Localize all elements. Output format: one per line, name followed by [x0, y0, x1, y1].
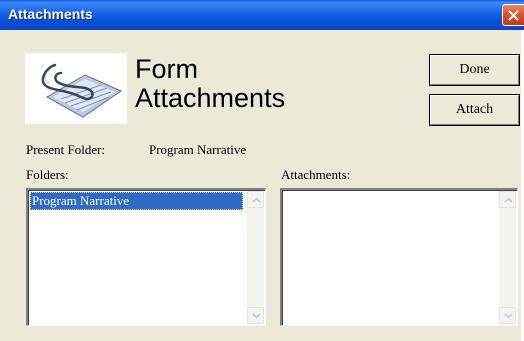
close-button[interactable]: [502, 4, 524, 26]
heading-line-1: Form: [135, 54, 198, 84]
attachments-list[interactable]: [280, 188, 518, 326]
attachments-label: Attachments:: [281, 167, 351, 182]
folders-label: Folders:: [26, 167, 69, 182]
chevron-up-icon: [252, 197, 261, 203]
chevron-down-icon: [504, 313, 513, 319]
heading-line-2: Attachments: [135, 83, 286, 113]
paperclip-document-icon: [25, 53, 127, 124]
folders-scrollbar[interactable]: [247, 191, 264, 324]
attachments-dialog: Attachments Form Attachments Done Attach…: [0, 0, 524, 341]
attach-button[interactable]: Attach: [429, 94, 520, 126]
scroll-down-button[interactable]: [247, 307, 264, 324]
scroll-up-button[interactable]: [247, 191, 264, 208]
folders-list[interactable]: Program Narrative: [26, 188, 266, 326]
form-attachments-heading: Form Attachments: [135, 55, 285, 113]
chevron-down-icon: [252, 313, 261, 319]
list-item[interactable]: Program Narrative: [30, 192, 243, 210]
title-bar[interactable]: Attachments: [0, 0, 524, 30]
window-title: Attachments: [8, 6, 93, 22]
present-folder-value: Program Narrative: [149, 142, 247, 157]
attachments-scrollbar[interactable]: [499, 191, 516, 324]
scroll-up-button[interactable]: [499, 191, 516, 208]
close-icon: [508, 10, 519, 21]
chevron-up-icon: [504, 197, 513, 203]
done-button[interactable]: Done: [429, 54, 520, 86]
present-folder-label: Present Folder:: [26, 142, 106, 157]
scroll-down-button[interactable]: [499, 307, 516, 324]
